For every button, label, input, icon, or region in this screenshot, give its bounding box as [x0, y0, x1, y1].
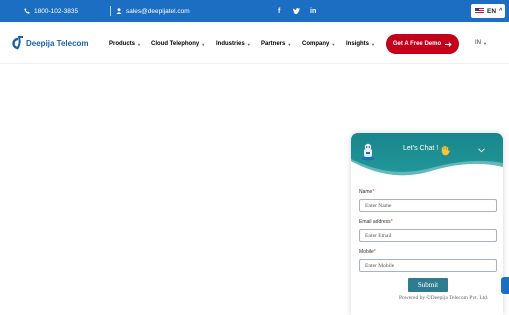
- arrow-right-icon: [445, 41, 452, 47]
- logo-text: Deepija Telecom: [26, 38, 89, 48]
- nav-company-label: Company: [302, 41, 330, 47]
- required-marker: *: [390, 219, 393, 225]
- nav-partners-label: Partners: [261, 41, 286, 47]
- region-selector[interactable]: IN ▼: [475, 40, 487, 46]
- nav-cloud-telephony-label: Cloud Telephony: [151, 41, 200, 47]
- mobile-label-text: Mobile: [359, 249, 374, 255]
- chevron-down-icon: ▼: [137, 41, 141, 47]
- email-address: sales@deepijatel.com: [126, 7, 190, 15]
- twitter-icon[interactable]: [293, 0, 300, 22]
- nav-products-label: Products: [109, 41, 136, 47]
- chat-header[interactable]: Let's Chat !: [351, 133, 503, 179]
- phone-number: 1800-102-3835: [34, 7, 79, 15]
- chevron-down-icon: ▼: [483, 40, 487, 46]
- waving-hand-icon: [441, 145, 451, 156]
- name-placeholder: Enter Name: [365, 202, 392, 209]
- topbar-divider: [110, 6, 111, 16]
- chevron-down-icon: ▼: [246, 41, 251, 47]
- region-label: IN: [475, 40, 481, 46]
- email-input[interactable]: Enter Email: [359, 229, 497, 242]
- name-input[interactable]: Enter Name: [359, 199, 497, 212]
- chevron-down-icon: ▼: [287, 41, 292, 47]
- name-label: Name*: [359, 189, 374, 195]
- email-label: Email address*: [359, 219, 393, 225]
- linkedin-icon[interactable]: in: [310, 0, 316, 22]
- language-label: EN: [487, 7, 497, 15]
- email-link[interactable]: sales@deepijatel.com: [116, 0, 190, 22]
- top-bar: 1800-102-3835 sales@deepijatel.com f in …: [0, 0, 509, 22]
- nav-partners[interactable]: Partners ▼: [261, 41, 291, 47]
- scroll-to-top-button[interactable]: [501, 277, 509, 294]
- logo[interactable]: Deepija Telecom: [11, 36, 89, 50]
- mobile-input[interactable]: Enter Mobile: [359, 259, 497, 272]
- nav-industries-label: Industries: [216, 41, 245, 47]
- required-marker: *: [372, 189, 375, 195]
- us-flag-icon: [475, 8, 484, 14]
- chevron-down-icon: ▼: [201, 41, 206, 47]
- nav-cloud-telephony[interactable]: Cloud Telephony ▼: [151, 41, 205, 47]
- email-label-text: Email address: [359, 219, 391, 225]
- chevron-down-icon: ▼: [371, 41, 375, 47]
- mobile-placeholder: Enter Mobile: [365, 262, 395, 269]
- nav-company[interactable]: Company ▼: [302, 41, 335, 47]
- powered-by-text: Powered by ©Deepija Telecom Pvt. Ltd.: [399, 295, 489, 301]
- phone-link[interactable]: 1800-102-3835: [24, 0, 78, 22]
- chatbot-avatar-icon: [362, 143, 374, 161]
- nav-industries[interactable]: Industries ▼: [216, 41, 251, 47]
- nav-insights[interactable]: Insights ▼: [346, 41, 375, 47]
- chat-widget: Let's Chat ! Name* Enter Name Email addr…: [351, 133, 503, 315]
- nav-products[interactable]: Products ▼: [109, 41, 141, 47]
- name-label-text: Name: [359, 189, 373, 195]
- free-demo-button[interactable]: Get A Free Demo: [386, 34, 459, 54]
- mobile-label: Mobile*: [359, 249, 376, 255]
- deepija-logo-icon: [12, 36, 23, 50]
- chevron-down-icon[interactable]: [478, 148, 485, 153]
- chevron-up-icon: ^: [499, 8, 503, 14]
- chat-title: Let's Chat !: [403, 145, 439, 152]
- required-marker: *: [373, 249, 376, 255]
- chevron-down-icon: ▼: [331, 41, 336, 47]
- user-icon: [116, 8, 122, 14]
- free-demo-label: Get A Free Demo: [392, 41, 442, 47]
- email-placeholder: Enter Email: [365, 232, 392, 239]
- facebook-icon[interactable]: f: [278, 0, 280, 22]
- language-selector[interactable]: EN ^: [471, 4, 505, 18]
- nav-insights-label: Insights: [346, 41, 370, 47]
- phone-icon: [24, 8, 30, 14]
- submit-button[interactable]: Submit: [408, 278, 448, 292]
- submit-label: Submit: [417, 281, 439, 289]
